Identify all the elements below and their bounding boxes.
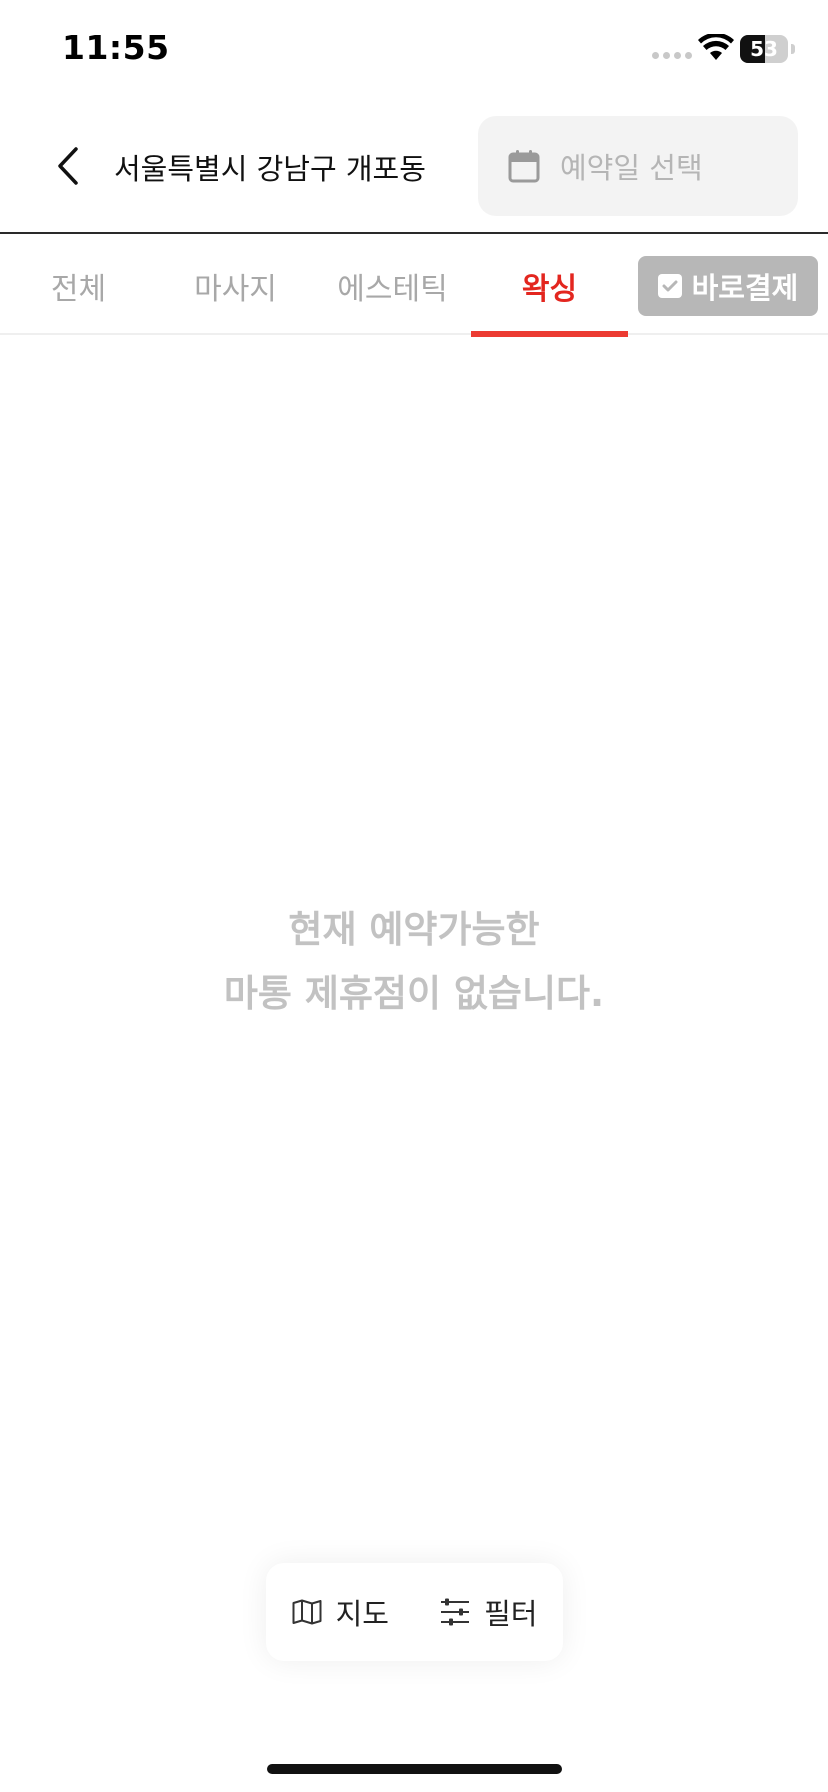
back-button[interactable] bbox=[44, 142, 92, 190]
empty-state-line-2: 마통 제휴점이 없습니다. bbox=[223, 972, 605, 1015]
wifi-icon bbox=[698, 34, 734, 60]
direct-pay-label: 바로결제 bbox=[691, 271, 799, 305]
header: 서울특별시 강남구 개포동 예약일 선택 bbox=[0, 100, 828, 234]
battery-cap bbox=[791, 44, 795, 54]
filter-sliders-icon bbox=[441, 1598, 470, 1626]
cellular-signal-icon bbox=[652, 52, 692, 59]
direct-pay-toggle[interactable]: 바로결제 bbox=[638, 256, 818, 316]
map-icon bbox=[292, 1599, 322, 1625]
tab-waxing[interactable]: 왁싱 bbox=[471, 236, 628, 337]
checkbox-icon bbox=[657, 274, 682, 298]
category-tabs: 전체 마사지 에스테틱 왁싱 바로결제 bbox=[0, 236, 828, 337]
calendar-icon bbox=[508, 150, 540, 183]
chevron-left-icon bbox=[58, 147, 78, 185]
tab-esthetic[interactable]: 에스테틱 bbox=[314, 236, 471, 335]
empty-state-line-1: 현재 예약가능한 bbox=[288, 908, 540, 951]
date-picker-placeholder: 예약일 선택 bbox=[560, 151, 703, 185]
battery-icon: 53 bbox=[740, 35, 788, 63]
map-label: 지도 bbox=[335, 1597, 389, 1631]
filter-button[interactable]: 필터 bbox=[440, 1591, 537, 1633]
empty-state-message: 현재 예약가능한 마통 제휴점이 없습니다. bbox=[0, 898, 828, 1026]
tab-massage[interactable]: 마사지 bbox=[157, 236, 314, 335]
battery-level: 53 bbox=[750, 37, 778, 61]
status-bar: 11:55 53 bbox=[0, 0, 828, 100]
filter-label: 필터 bbox=[484, 1597, 538, 1631]
status-time: 11:55 bbox=[62, 28, 170, 67]
map-button[interactable]: 지도 bbox=[292, 1591, 389, 1633]
bottom-action-bar: 지도 필터 bbox=[266, 1563, 563, 1661]
location-title[interactable]: 서울특별시 강남구 개포동 bbox=[114, 146, 426, 188]
home-indicator[interactable] bbox=[267, 1764, 562, 1774]
screen: 11:55 53 서울특별시 강남구 개포동 예약일 선택 전체 마사지 에스테… bbox=[0, 0, 828, 1792]
tab-all[interactable]: 전체 bbox=[0, 236, 157, 335]
date-picker[interactable]: 예약일 선택 bbox=[478, 116, 798, 216]
